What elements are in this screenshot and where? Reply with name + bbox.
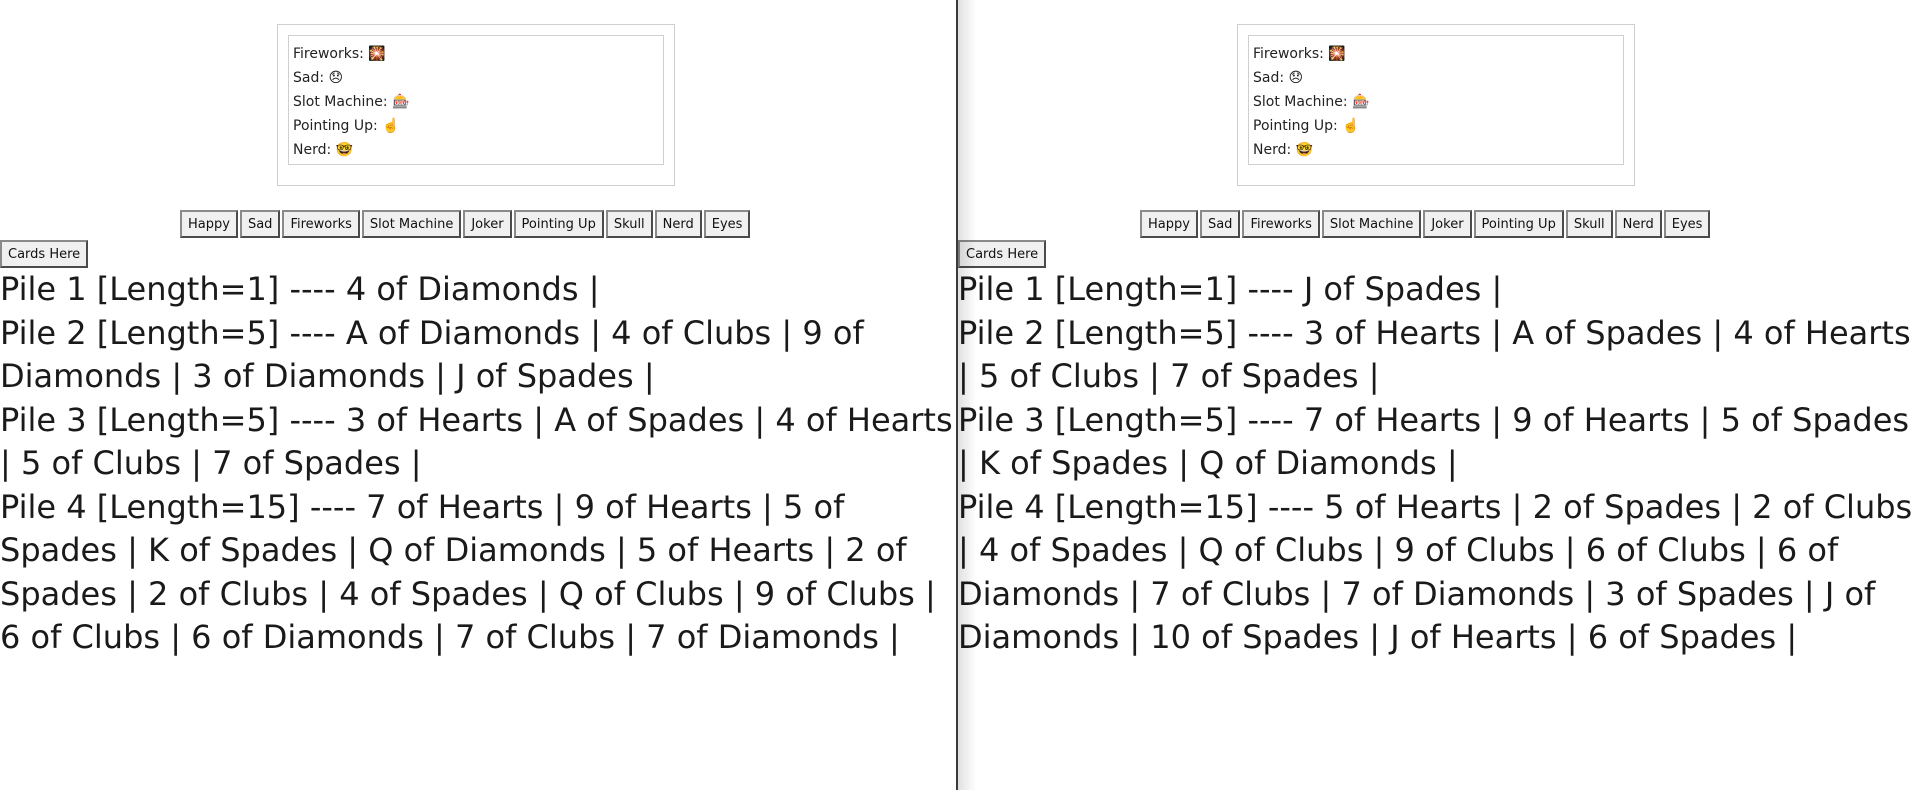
emoji-row: Fireworks: 🎇 <box>1253 42 1619 66</box>
pile-4-text: Pile 4 [Length=15] ---- 5 of Hearts | 2 … <box>958 487 1913 657</box>
cards-here-button[interactable]: Cards Here <box>0 240 89 268</box>
happy-button[interactable]: Happy <box>1140 210 1198 238</box>
emoji-row: Sad: 😞 <box>1253 66 1619 90</box>
left-window: Fireworks: 🎇 Sad: 😞 Slot Machine: 🎰 Pointin… <box>0 0 956 790</box>
slot-machine-button[interactable]: Slot Machine <box>1321 210 1422 238</box>
emoji-list: Fireworks: 🎇 Sad: 😞 Slot Machine: 🎰 Pointin… <box>1248 35 1624 165</box>
pile-2-text: Pile 2 [Length=5] ---- 3 of Hearts | A o… <box>958 313 1911 396</box>
emoji-list-box: Fireworks: 🎇 Sad: 😞 Slot Machine: 🎰 Pointin… <box>277 24 675 186</box>
sad-face-icon: 😞 <box>1288 70 1304 86</box>
fireworks-button[interactable]: Fireworks <box>282 210 360 238</box>
emoji-row: Pointing Up: ☝️ <box>293 114 659 138</box>
emoji-row: Fireworks: 🎇 <box>293 42 659 66</box>
pointing-up-button[interactable]: Pointing Up <box>1473 210 1564 238</box>
piles-list: Pile 1 [Length=1] ---- J of Spades | Pil… <box>958 268 1918 660</box>
slot-machine-button[interactable]: Slot Machine <box>361 210 462 238</box>
emoji-label: Nerd: <box>293 142 332 158</box>
emoji-label: Fireworks: <box>293 46 364 62</box>
pile-3-text: Pile 3 [Length=5] ---- 3 of Hearts | A o… <box>0 400 953 483</box>
pile-1-text: Pile 1 [Length=1] ---- J of Spades | <box>958 270 1503 308</box>
emoji-list-box: Fireworks: 🎇 Sad: 😞 Slot Machine: 🎰 Pointin… <box>1237 24 1635 186</box>
pile-1-text: Pile 1 [Length=1] ---- 4 of Diamonds | <box>0 270 600 308</box>
pointing-up-button[interactable]: Pointing Up <box>513 210 604 238</box>
skull-button[interactable]: Skull <box>605 210 653 238</box>
fireworks-icon: 🎇 <box>1328 46 1346 62</box>
emoji-row: Slot Machine: 🎰 <box>293 90 659 114</box>
pointing-up-icon: ☝️ <box>1342 118 1360 134</box>
right-window: Fireworks: 🎇 Sad: 😞 Slot Machine: 🎰 Pointin… <box>958 0 1918 790</box>
fireworks-button[interactable]: Fireworks <box>1242 210 1320 238</box>
emoji-label: Slot Machine: <box>1253 94 1348 110</box>
emoji-row: Nerd: 🤓 <box>293 138 659 162</box>
emoji-label: Slot Machine: <box>293 94 388 110</box>
emoji-row: Nerd: 🤓 <box>1253 138 1619 162</box>
sad-button[interactable]: Sad <box>239 210 281 238</box>
sad-button[interactable]: Sad <box>1199 210 1241 238</box>
emoji-label: Sad: <box>1253 70 1285 86</box>
emoji-row: Pointing Up: ☝️ <box>1253 114 1619 138</box>
pile-2-text: Pile 2 [Length=5] ---- A of Diamonds | 4… <box>0 313 864 396</box>
happy-button[interactable]: Happy <box>180 210 238 238</box>
cards-here-button[interactable]: Cards Here <box>958 240 1047 268</box>
slot-machine-icon: 🎰 <box>392 94 410 110</box>
pile-4-text: Pile 4 [Length=15] ---- 7 of Hearts | 9 … <box>0 487 936 657</box>
eyes-button[interactable]: Eyes <box>1663 210 1711 238</box>
nerd-face-icon: 🤓 <box>335 142 354 158</box>
pointing-up-icon: ☝️ <box>382 118 400 134</box>
emoji-row: Slot Machine: 🎰 <box>1253 90 1619 114</box>
emoji-label: Pointing Up: <box>293 118 378 134</box>
emoji-row: Sad: 😞 <box>293 66 659 90</box>
piles-list: Pile 1 [Length=1] ---- 4 of Diamonds | P… <box>0 268 956 660</box>
emoji-list: Fireworks: 🎇 Sad: 😞 Slot Machine: 🎰 Pointin… <box>288 35 664 165</box>
skull-button[interactable]: Skull <box>1565 210 1613 238</box>
pile-3-text: Pile 3 [Length=5] ---- 7 of Hearts | 9 o… <box>958 400 1910 483</box>
sad-face-icon: 😞 <box>328 70 344 86</box>
slot-machine-icon: 🎰 <box>1352 94 1370 110</box>
eyes-button[interactable]: Eyes <box>703 210 751 238</box>
emoji-label: Sad: <box>293 70 325 86</box>
emoji-button-bar: Happy Sad Fireworks Slot Machine Joker Pointi… <box>180 210 752 238</box>
joker-button[interactable]: Joker <box>463 210 512 238</box>
joker-button[interactable]: Joker <box>1423 210 1472 238</box>
emoji-label: Fireworks: <box>1253 46 1324 62</box>
nerd-face-icon: 🤓 <box>1295 142 1314 158</box>
emoji-label: Nerd: <box>1253 142 1292 158</box>
nerd-button[interactable]: Nerd <box>1614 210 1662 238</box>
nerd-button[interactable]: Nerd <box>654 210 702 238</box>
emoji-label: Pointing Up: <box>1253 118 1338 134</box>
fireworks-icon: 🎇 <box>368 46 386 62</box>
emoji-button-bar: Happy Sad Fireworks Slot Machine Joker Pointi… <box>1140 210 1712 238</box>
